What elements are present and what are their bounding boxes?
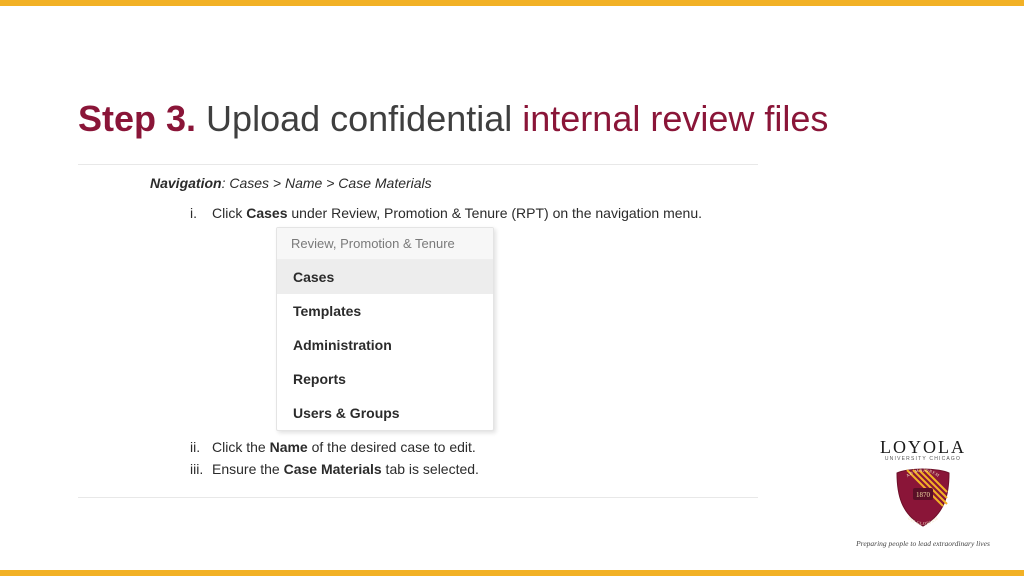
title-mid: Upload confidential bbox=[196, 98, 522, 139]
slide: Step 3. Upload confidential internal rev… bbox=[0, 0, 1024, 576]
title-suffix: internal review files bbox=[522, 98, 828, 139]
instruction-text-post: of the desired case to edit. bbox=[308, 439, 476, 455]
instruction-bold: Name bbox=[270, 439, 308, 455]
rpt-menu-item-administration[interactable]: Administration bbox=[277, 328, 493, 362]
brand-logo: LOYOLA UNIVERSITY CHICAGO 1870 AD MAJORE… bbox=[848, 437, 998, 548]
rpt-menu-item-cases[interactable]: Cases bbox=[277, 260, 493, 294]
instruction-index: iii. bbox=[190, 461, 212, 477]
breadcrumb-path: : Cases > Name > Case Materials bbox=[222, 175, 432, 191]
instruction-text-pre: Click the bbox=[212, 439, 270, 455]
breadcrumb: Navigation: Cases > Name > Case Material… bbox=[150, 175, 758, 191]
content-box: Navigation: Cases > Name > Case Material… bbox=[78, 164, 758, 498]
instruction-text-post: tab is selected. bbox=[382, 461, 479, 477]
title-step: Step 3. bbox=[78, 98, 196, 139]
brand-name: LOYOLA bbox=[848, 437, 998, 458]
rpt-menu-item-reports[interactable]: Reports bbox=[277, 362, 493, 396]
shield-icon: 1870 AD MAJOREM DEI GLORIAM bbox=[891, 466, 955, 528]
rpt-menu-item-templates[interactable]: Templates bbox=[277, 294, 493, 328]
instruction-text-pre: Click bbox=[212, 205, 246, 221]
page-title: Step 3. Upload confidential internal rev… bbox=[78, 98, 828, 140]
brand-tagline: Preparing people to lead extraordinary l… bbox=[848, 539, 998, 548]
instruction-text-post: under Review, Promotion & Tenure (RPT) o… bbox=[288, 205, 703, 221]
brand-year: 1870 bbox=[916, 491, 931, 499]
instruction-index: i. bbox=[190, 205, 212, 221]
instruction-i: i.Click Cases under Review, Promotion & … bbox=[190, 205, 758, 431]
instruction-bold: Case Materials bbox=[284, 461, 382, 477]
instruction-list: i.Click Cases under Review, Promotion & … bbox=[190, 205, 758, 477]
instruction-iii: iii.Ensure the Case Materials tab is sel… bbox=[190, 461, 758, 477]
instruction-text-pre: Ensure the bbox=[212, 461, 284, 477]
instruction-index: ii. bbox=[190, 439, 212, 455]
brand-sub: UNIVERSITY CHICAGO bbox=[848, 456, 998, 462]
rpt-menu: Review, Promotion & Tenure Cases Templat… bbox=[276, 227, 494, 431]
instruction-bold: Cases bbox=[246, 205, 287, 221]
instruction-ii: ii.Click the Name of the desired case to… bbox=[190, 439, 758, 455]
rpt-menu-item-users-groups[interactable]: Users & Groups bbox=[277, 396, 493, 430]
rpt-menu-header: Review, Promotion & Tenure bbox=[277, 228, 493, 260]
breadcrumb-label: Navigation bbox=[150, 175, 222, 191]
